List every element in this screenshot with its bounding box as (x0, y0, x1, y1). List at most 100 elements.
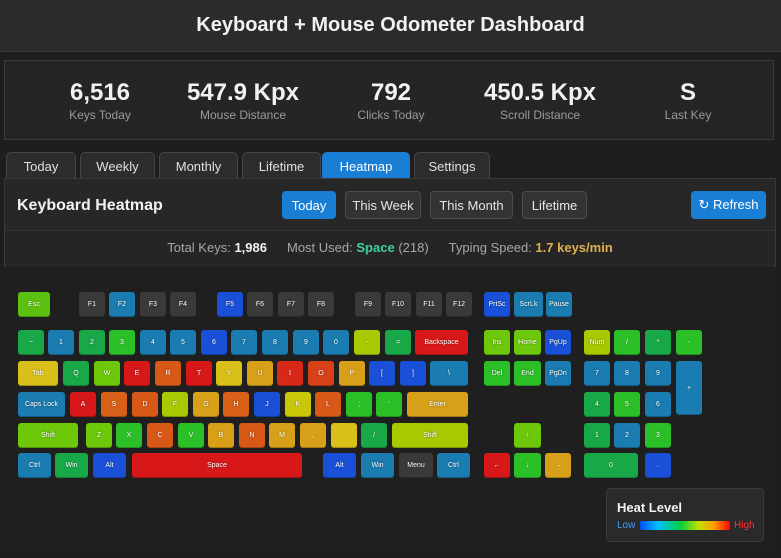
key-f5[interactable]: F5 (217, 292, 243, 317)
key-3[interactable]: 3 (109, 330, 135, 355)
key-v[interactable]: V (178, 423, 204, 448)
key-lbracket[interactable]: [ (369, 361, 395, 386)
key-alt[interactable]: Alt (93, 453, 126, 478)
key-down[interactable]: ↓ (514, 453, 541, 478)
key-backspace[interactable]: Backspace (415, 330, 468, 355)
key-f11[interactable]: F11 (416, 292, 442, 317)
key-7[interactable]: 7 (584, 361, 610, 386)
key-f8[interactable]: F8 (308, 292, 334, 317)
key-f6[interactable]: F6 (247, 292, 273, 317)
key-h[interactable]: H (223, 392, 249, 417)
key-pgdn[interactable]: PgDn (545, 361, 571, 386)
key-plus[interactable]: + (676, 361, 702, 415)
refresh-button[interactable]: ↻ Refresh (691, 191, 766, 219)
key-f9[interactable]: F9 (355, 292, 381, 317)
key-minus[interactable]: - (354, 330, 380, 355)
key-k[interactable]: K (285, 392, 311, 417)
range-today-button[interactable]: Today (282, 191, 336, 219)
key-slash[interactable]: / (361, 423, 387, 448)
key-period[interactable]: . (331, 423, 357, 448)
key-j[interactable]: J (254, 392, 280, 417)
key-slash[interactable]: / (614, 330, 640, 355)
key-num[interactable]: Num (584, 330, 610, 355)
key-f10[interactable]: F10 (385, 292, 411, 317)
key-asterisk[interactable]: * (645, 330, 671, 355)
key-tab[interactable]: Tab (18, 361, 58, 386)
key-space[interactable]: Space (132, 453, 302, 478)
key-d[interactable]: D (132, 392, 158, 417)
key-6[interactable]: 6 (201, 330, 227, 355)
key-prtsc[interactable]: PrtSc (484, 292, 510, 317)
key-6[interactable]: 6 (645, 392, 671, 417)
key-t[interactable]: T (186, 361, 212, 386)
key-7[interactable]: 7 (231, 330, 257, 355)
key-f1[interactable]: F1 (79, 292, 105, 317)
key-l[interactable]: L (315, 392, 341, 417)
key-f12[interactable]: F12 (446, 292, 472, 317)
key-pgup[interactable]: PgUp (545, 330, 571, 355)
key-backslash[interactable]: \ (430, 361, 468, 386)
key-n[interactable]: N (239, 423, 265, 448)
tab-monthly[interactable]: Monthly (159, 152, 238, 179)
key-minus[interactable]: - (676, 330, 702, 355)
key-f3[interactable]: F3 (140, 292, 166, 317)
key-z[interactable]: Z (86, 423, 112, 448)
key-rbracket[interactable]: ] (400, 361, 426, 386)
tab-settings[interactable]: Settings (414, 152, 490, 179)
key-equals[interactable]: = (385, 330, 411, 355)
key-e[interactable]: E (124, 361, 150, 386)
tab-today[interactable]: Today (6, 152, 76, 179)
key-pause[interactable]: Pause (546, 292, 572, 317)
key-f2[interactable]: F2 (109, 292, 135, 317)
key-1[interactable]: 1 (584, 423, 610, 448)
key-r[interactable]: R (155, 361, 181, 386)
key-up[interactable]: ↑ (514, 423, 541, 448)
key-4[interactable]: 4 (584, 392, 610, 417)
key-8[interactable]: 8 (614, 361, 640, 386)
key-5[interactable]: 5 (614, 392, 640, 417)
key-5[interactable]: 5 (170, 330, 196, 355)
key-shift[interactable]: Shift (18, 423, 78, 448)
range-month-button[interactable]: This Month (430, 191, 513, 219)
key-ctrl[interactable]: Ctrl (18, 453, 51, 478)
key-c[interactable]: C (147, 423, 173, 448)
key-x[interactable]: X (116, 423, 142, 448)
key-2[interactable]: 2 (79, 330, 105, 355)
key-i[interactable]: I (277, 361, 303, 386)
key-f4[interactable]: F4 (170, 292, 196, 317)
key-scrlk[interactable]: ScrLk (514, 292, 543, 317)
key-w[interactable]: W (94, 361, 120, 386)
tab-weekly[interactable]: Weekly (80, 152, 155, 179)
key-u[interactable]: U (247, 361, 273, 386)
key-alt[interactable]: Alt (323, 453, 356, 478)
range-lifetime-button[interactable]: Lifetime (522, 191, 587, 219)
key-3[interactable]: 3 (645, 423, 671, 448)
key-g[interactable]: G (193, 392, 219, 417)
key-enter[interactable]: Enter (407, 392, 468, 417)
key-del[interactable]: Del (484, 361, 510, 386)
key-1[interactable]: 1 (48, 330, 74, 355)
key-esc[interactable]: Esc (18, 292, 50, 317)
key-semicolon[interactable]: ; (346, 392, 372, 417)
key-period[interactable]: . (645, 453, 671, 478)
key-a[interactable]: A (70, 392, 96, 417)
key-f[interactable]: F (162, 392, 188, 417)
key-end[interactable]: End (514, 361, 541, 386)
key-right[interactable]: → (545, 453, 571, 478)
key-home[interactable]: Home (514, 330, 541, 355)
key-0[interactable]: 0 (323, 330, 349, 355)
key-8[interactable]: 8 (262, 330, 288, 355)
key-2[interactable]: 2 (614, 423, 640, 448)
tab-heatmap[interactable]: Heatmap (322, 152, 410, 179)
key-win[interactable]: Win (361, 453, 394, 478)
key-9[interactable]: 9 (293, 330, 319, 355)
key-caps-lock[interactable]: Caps Lock (18, 392, 65, 417)
key-p[interactable]: P (339, 361, 365, 386)
range-week-button[interactable]: This Week (345, 191, 421, 219)
key-left[interactable]: ← (484, 453, 510, 478)
key-tilde[interactable]: ~ (18, 330, 44, 355)
key-s[interactable]: S (101, 392, 127, 417)
key-win[interactable]: Win (55, 453, 88, 478)
key-q[interactable]: Q (63, 361, 89, 386)
key-m[interactable]: M (269, 423, 295, 448)
